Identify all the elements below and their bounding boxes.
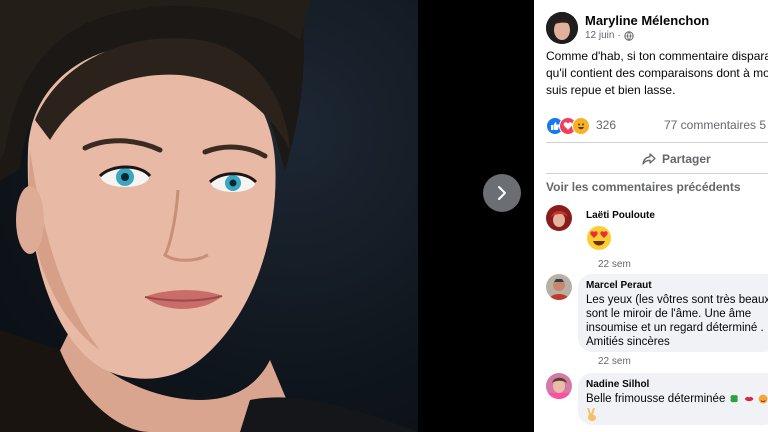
next-photo-button[interactable] xyxy=(483,174,521,212)
post-panel: Maryline Mélenchon 12 juin · Comme d'hab… xyxy=(534,0,768,432)
commenter-name[interactable]: Laëti Pouloute xyxy=(586,210,655,221)
photo-viewer xyxy=(0,0,534,432)
share-button[interactable]: Partager xyxy=(642,150,711,168)
comment-time[interactable]: 22 sem xyxy=(598,259,631,270)
comment-text-line: insoumise et un regard déterminé . xyxy=(586,322,764,334)
comments-count[interactable]: 77 commentaires 5 p xyxy=(664,118,768,132)
post-date[interactable]: 12 juin xyxy=(585,30,614,41)
commenter-name[interactable]: Marcel Peraut xyxy=(586,280,768,291)
face-emoji xyxy=(758,394,768,404)
divider xyxy=(546,142,768,143)
divider xyxy=(546,173,768,174)
reactions-row: 326 77 commentaires 5 p xyxy=(546,116,768,136)
commenter-avatar[interactable] xyxy=(546,373,572,399)
post-header: Maryline Mélenchon 12 juin · xyxy=(546,12,768,46)
commenter-name[interactable]: Nadine Silhol xyxy=(586,379,768,390)
reaction-count[interactable]: 326 xyxy=(596,118,616,132)
comment-text-line: Belle frimousse déterminée xyxy=(586,392,768,406)
chevron-right-icon xyxy=(498,186,506,200)
comment-text-line: Les yeux (les vôtres sont très beaux) xyxy=(586,294,768,306)
comment-text-line: Amitiés sincères xyxy=(586,336,670,348)
post-photo xyxy=(0,0,418,432)
comment-text-line: sont le miroir de l'âme. Une âme xyxy=(586,308,752,320)
author-name[interactable]: Maryline Mélenchon xyxy=(585,13,709,28)
lips-emoji xyxy=(744,396,754,402)
haha-icon xyxy=(572,117,590,135)
post-caption: Comme d'hab, si ton commentaire disparaî… xyxy=(546,48,768,99)
clover-emoji xyxy=(730,394,739,403)
victory-hand-emoji xyxy=(586,407,768,426)
view-previous-comments[interactable]: Voir les commentaires précédents xyxy=(546,180,741,194)
caption-line: qu'il contient des comparaisons dont à m… xyxy=(546,66,768,80)
reaction-icons[interactable] xyxy=(546,117,594,135)
share-arrow-icon xyxy=(642,153,656,165)
comment-item: Nadine Silhol Belle frimousse déterminée xyxy=(546,373,768,432)
commenter-avatar[interactable] xyxy=(546,274,572,300)
heart-eyes-emoji xyxy=(586,225,612,256)
globe-icon xyxy=(624,30,634,41)
comment-item: Marcel Peraut Les yeux (les vôtres sont … xyxy=(546,274,768,367)
comment-item: Laëti Pouloute 22 sem xyxy=(546,205,768,270)
comment-time[interactable]: 22 sem xyxy=(598,356,631,367)
post-meta: 12 juin · xyxy=(585,30,634,41)
comment-bubble: Nadine Silhol Belle frimousse déterminée xyxy=(578,373,768,425)
caption-line: suis repue et bien lasse. xyxy=(546,83,676,97)
caption-line: Comme d'hab, si ton commentaire disparaî… xyxy=(546,49,768,63)
share-label: Partager xyxy=(662,152,711,166)
comment-bubble: Marcel Peraut Les yeux (les vôtres sont … xyxy=(578,274,768,352)
author-avatar[interactable] xyxy=(546,12,578,44)
comment-text: Belle frimousse déterminée xyxy=(586,393,726,405)
commenter-avatar[interactable] xyxy=(546,205,572,231)
